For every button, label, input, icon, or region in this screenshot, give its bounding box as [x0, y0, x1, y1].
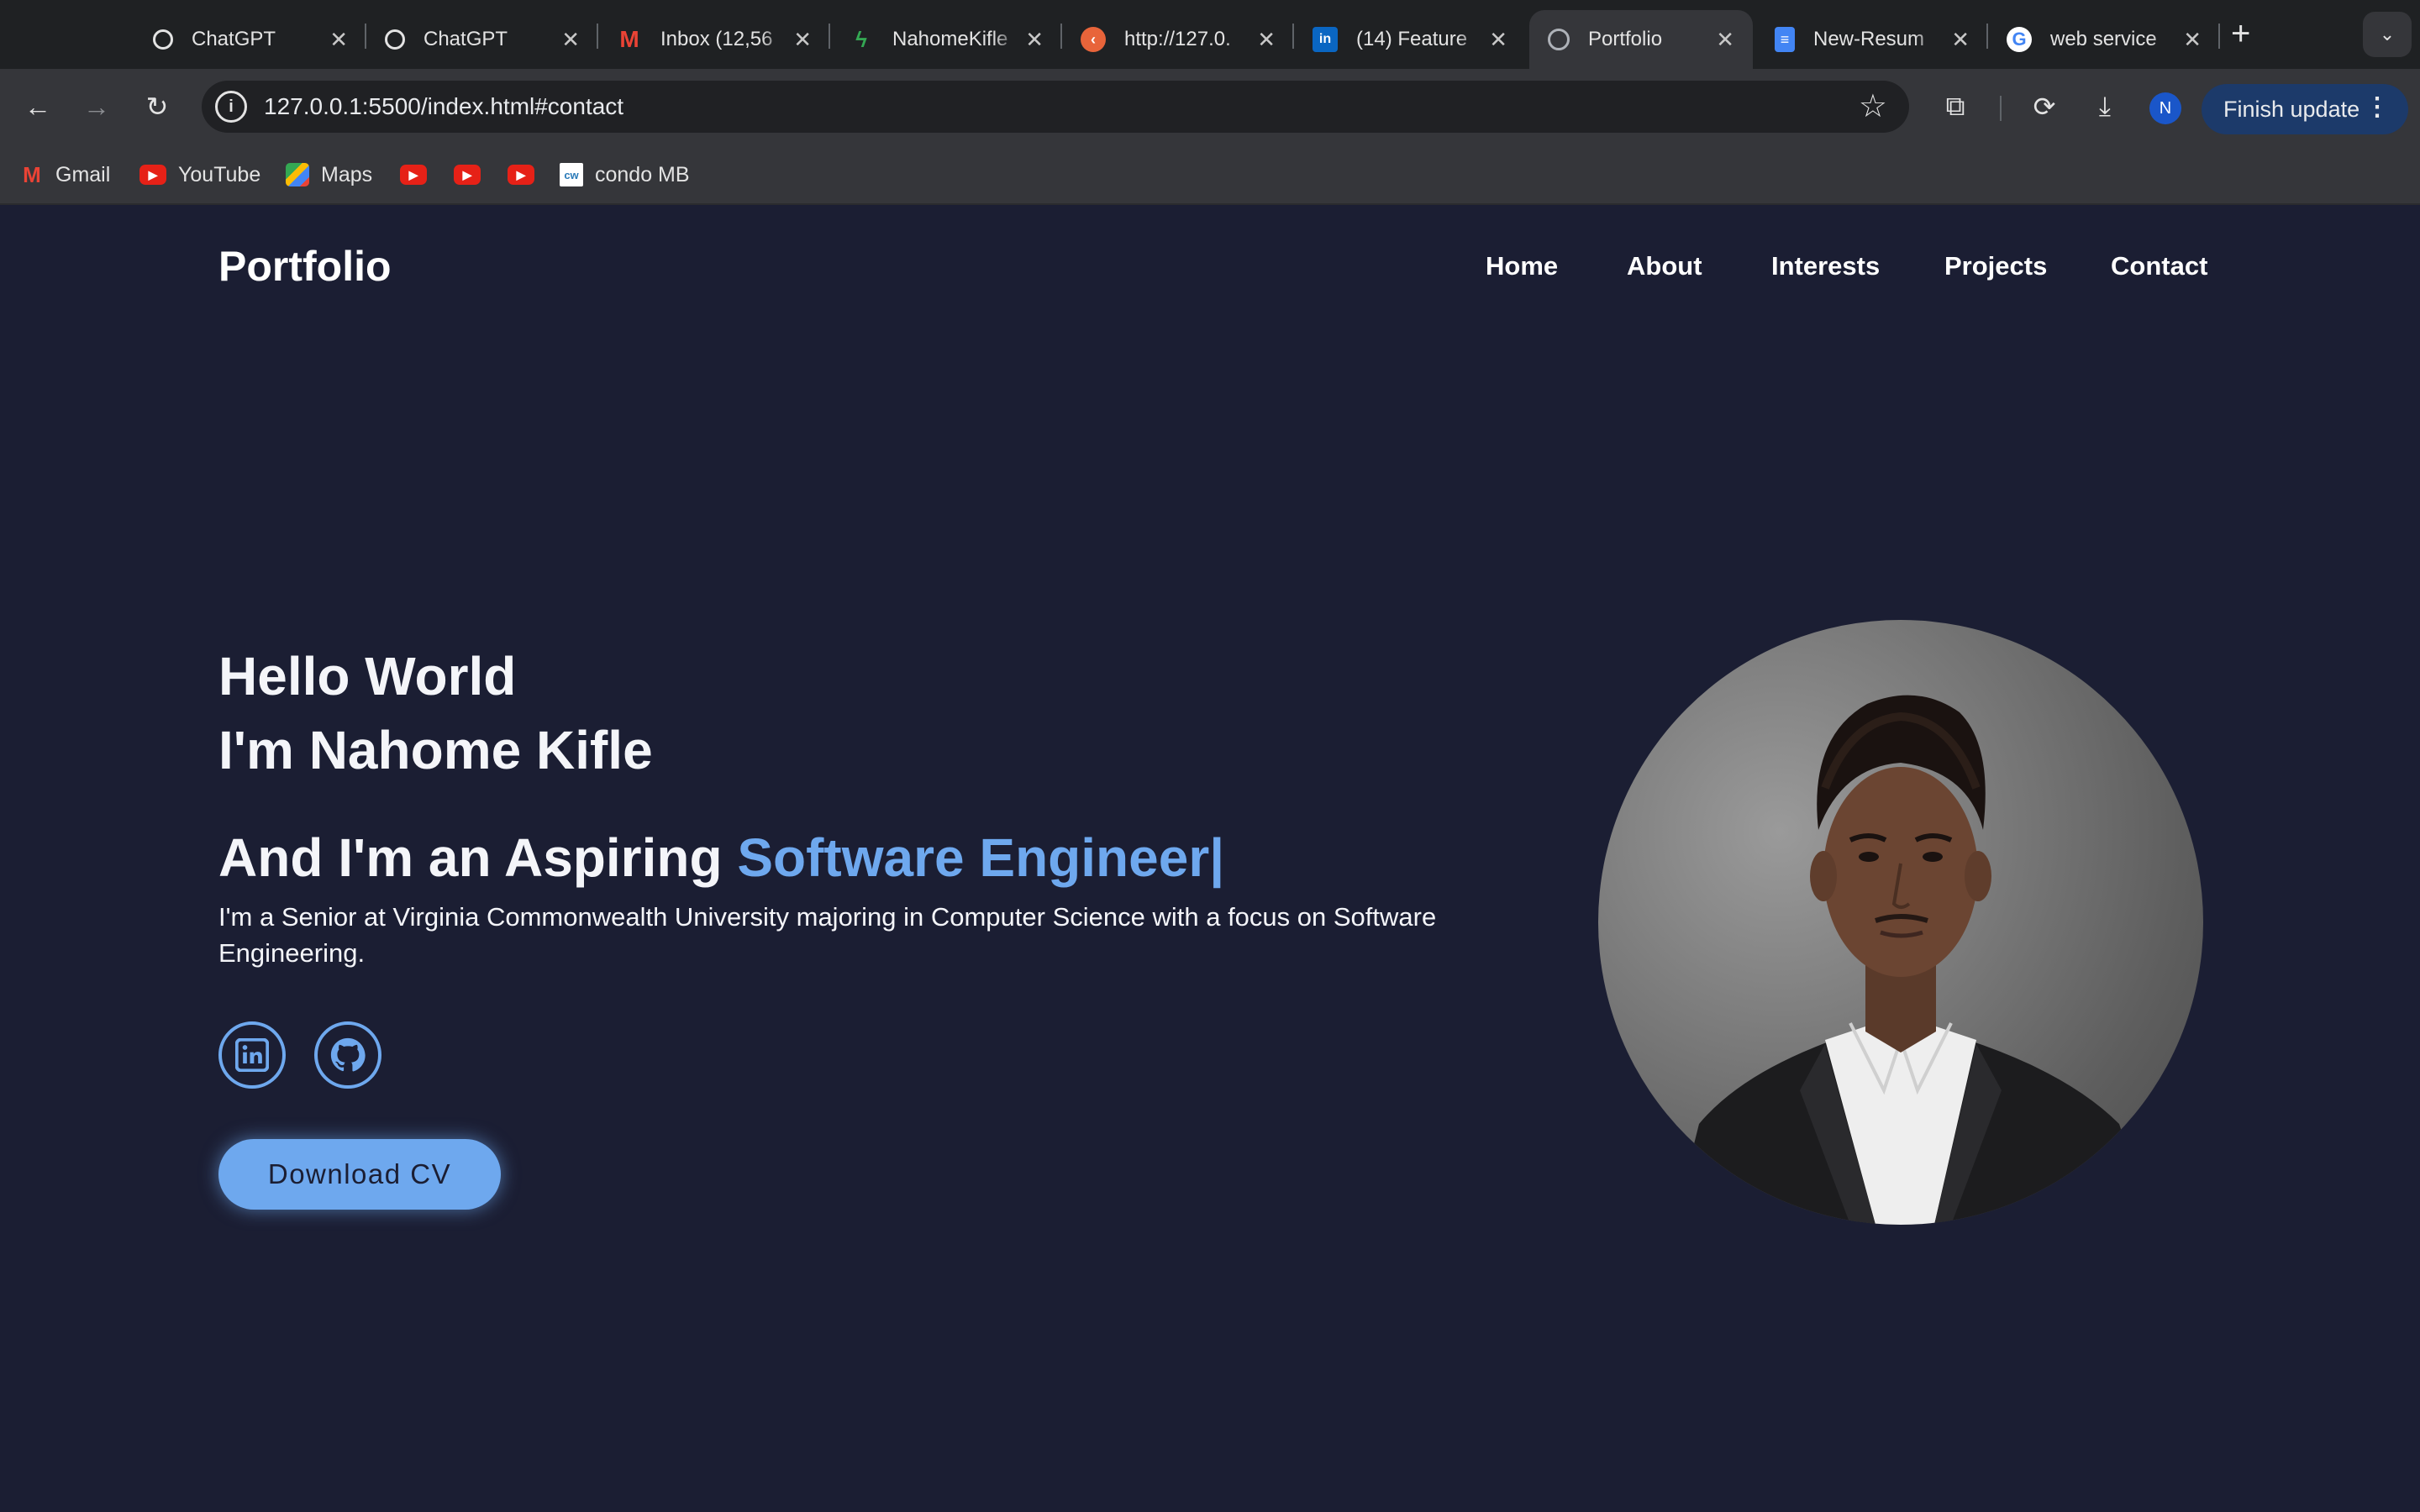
- hero-greeting: Hello World: [218, 646, 517, 706]
- close-icon[interactable]: ✕: [1489, 27, 1507, 53]
- close-icon[interactable]: ✕: [561, 27, 580, 53]
- bookmark-label: Maps: [321, 162, 373, 186]
- bookmark-label: condo MB: [595, 162, 690, 186]
- download-cv-button[interactable]: Download CV: [218, 1139, 501, 1210]
- forward-arrow-icon[interactable]: →: [77, 87, 116, 126]
- close-icon[interactable]: ✕: [793, 27, 812, 53]
- profile-avatar[interactable]: N: [2149, 92, 2181, 124]
- tab-chatgpt-2[interactable]: ChatGPT ✕: [366, 10, 598, 69]
- tab-title: Inbox (12,56: [660, 28, 773, 50]
- site-logo[interactable]: Portfolio: [218, 242, 392, 291]
- nav-contact[interactable]: Contact: [2111, 251, 2207, 281]
- google-icon: G: [2007, 27, 2032, 52]
- hero-role-highlight: Software Engineer|: [737, 827, 1225, 888]
- tab-linkedin[interactable]: in (14) Feature ✕: [1294, 10, 1526, 69]
- close-icon[interactable]: ✕: [1257, 27, 1276, 53]
- reload-icon[interactable]: ↻: [138, 87, 176, 126]
- close-icon[interactable]: ✕: [1025, 27, 1044, 53]
- tab-title: NahomeKifle: [892, 28, 1008, 50]
- tab-google[interactable]: G web service ✕: [1988, 10, 2220, 69]
- youtube-icon: ▶: [508, 165, 534, 185]
- tab-title: Portfolio: [1588, 28, 1663, 50]
- nav-interests[interactable]: Interests: [1771, 251, 1880, 281]
- youtube-icon: ▶: [139, 165, 166, 185]
- portfolio-page: Portfolio Home About Interests Projects …: [0, 205, 2420, 1512]
- new-tab-icon[interactable]: +: [2231, 15, 2250, 53]
- bookmark-gmail[interactable]: M Gmail: [20, 160, 110, 190]
- tab-strip: ChatGPT ✕ ChatGPT ✕ M Inbox (12,56 ✕ ϟ N…: [0, 0, 2420, 69]
- address-bar[interactable]: i 127.0.0.1:5500/index.html#contact ☆: [202, 81, 1909, 133]
- github-button[interactable]: [314, 1021, 381, 1089]
- bookmark-youtube-3[interactable]: ▶: [454, 160, 492, 190]
- profile-photo: [1598, 620, 2203, 1225]
- youtube-icon: ▶: [400, 165, 427, 185]
- chatgpt-icon: [153, 29, 173, 50]
- bookmark-maps[interactable]: Maps: [286, 160, 372, 190]
- linkedin-button[interactable]: [218, 1021, 286, 1089]
- github-icon: [330, 1037, 366, 1072]
- extensions-icon[interactable]: ⧉: [1936, 87, 1975, 126]
- gmail-icon: M: [23, 161, 41, 187]
- chevron-down-icon[interactable]: ⌄: [2363, 12, 2412, 57]
- cw-icon: cw: [560, 163, 583, 186]
- nav-about[interactable]: About: [1627, 251, 1702, 281]
- globe-icon: [1548, 29, 1570, 50]
- hero-bio: I'm a Senior at Virginia Commonwealth Un…: [218, 902, 1437, 968]
- bookmark-youtube[interactable]: ▶ YouTube: [139, 160, 260, 190]
- more-vert-icon[interactable]: ⋮: [2365, 92, 2390, 122]
- toolbar-divider: [2000, 96, 2002, 121]
- close-icon[interactable]: ✕: [2183, 27, 2202, 53]
- bolt-icon: ϟ: [855, 26, 867, 52]
- tab-title: (14) Feature: [1356, 28, 1468, 50]
- youtube-icon: ▶: [454, 165, 481, 185]
- tab-title: New-Resum: [1813, 28, 1925, 50]
- linkedin-icon: [235, 1038, 269, 1072]
- bookmark-condo[interactable]: cw condo MB: [560, 160, 690, 190]
- tab-chatgpt-1[interactable]: ChatGPT ✕: [134, 10, 366, 69]
- close-icon[interactable]: ✕: [1716, 27, 1734, 53]
- profile-photo-illustration: [1674, 695, 2153, 1225]
- bookmark-youtube-4[interactable]: ▶: [508, 160, 546, 190]
- browser-toolbar: ← → ↻ i 127.0.0.1:5500/index.html#contac…: [0, 69, 2420, 144]
- hero-name: I'm Nahome Kifle: [218, 720, 653, 780]
- finish-update-label: Finish update: [2223, 96, 2360, 122]
- nav-home[interactable]: Home: [1486, 251, 1558, 281]
- linkedin-icon: in: [1313, 27, 1338, 52]
- liveserver-icon: ‹: [1081, 27, 1106, 52]
- finish-update-button[interactable]: Finish update ⋮: [2202, 84, 2408, 134]
- docs-icon: ≡: [1775, 27, 1795, 52]
- nav-projects[interactable]: Projects: [1944, 251, 2047, 281]
- tab-title: ChatGPT: [424, 28, 508, 50]
- tab-separator: [2218, 24, 2220, 49]
- gmail-icon: M: [619, 26, 639, 52]
- tab-docs[interactable]: ≡ New-Resum ✕: [1756, 10, 1988, 69]
- bookmark-youtube-2[interactable]: ▶: [400, 160, 439, 190]
- bookmark-label: Gmail: [55, 162, 111, 186]
- hero-role-prefix: And I'm an Aspiring: [218, 827, 738, 888]
- close-icon[interactable]: ✕: [329, 27, 348, 53]
- tab-portfolio[interactable]: Portfolio ✕: [1529, 10, 1753, 69]
- chatgpt-icon: [385, 29, 405, 50]
- tab-title: http://127.0.: [1124, 28, 1231, 50]
- back-arrow-icon[interactable]: ←: [18, 87, 57, 126]
- tab-title: web service: [2050, 28, 2157, 50]
- site-info-icon[interactable]: i: [215, 91, 247, 123]
- bookmarks-bar: M Gmail ▶ YouTube Maps ▶ ▶ ▶ cw condo MB: [0, 144, 2420, 205]
- bookmark-label: YouTube: [178, 162, 261, 186]
- close-icon[interactable]: ✕: [1951, 27, 1970, 53]
- tab-localhost[interactable]: ‹ http://127.0. ✕: [1062, 10, 1294, 69]
- performance-icon[interactable]: ⟳: [2025, 87, 2064, 126]
- download-icon[interactable]: ⤓: [2086, 87, 2124, 126]
- tab-gmail[interactable]: M Inbox (12,56 ✕: [598, 10, 830, 69]
- tab-nahomekifle[interactable]: ϟ NahomeKifle ✕: [830, 10, 1062, 69]
- address-url[interactable]: 127.0.0.1:5500/index.html#contact: [264, 93, 623, 120]
- maps-icon: [286, 163, 309, 186]
- bookmark-star-icon[interactable]: ☆: [1859, 87, 1887, 125]
- tab-title: ChatGPT: [192, 28, 276, 50]
- hero-role: And I'm an Aspiring Software Engineer|: [218, 827, 1224, 889]
